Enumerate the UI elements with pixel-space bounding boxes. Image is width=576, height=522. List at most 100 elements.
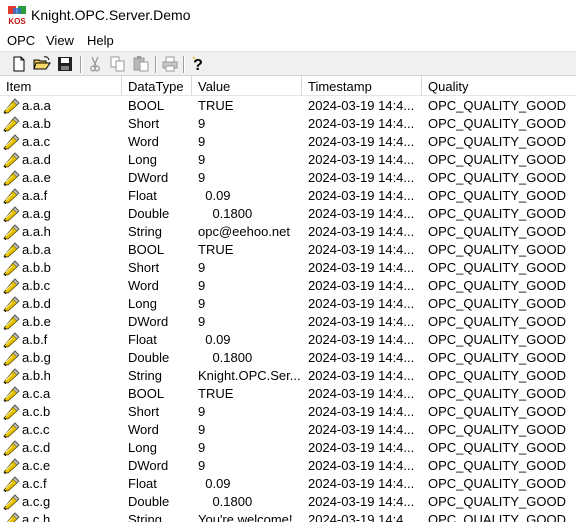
table-row[interactable]: a.c.e DWord 9 2024-03-19 14:4... OPC_QUALITY… — [0, 457, 576, 475]
cell-quality: OPC_QUALITY_GOOD — [428, 188, 566, 203]
cell-value: 0.09 — [198, 332, 231, 347]
cell-datatype: BOOL — [128, 242, 165, 257]
toolbar: ? — [0, 51, 576, 76]
open-icon[interactable] — [32, 54, 52, 74]
cell-item: a.b.h — [22, 368, 51, 383]
column-header-quality[interactable]: Quality — [422, 76, 576, 96]
table-row[interactable]: a.c.d Long 9 2024-03-19 14:4... OPC_QUALITY_… — [0, 439, 576, 457]
cell-quality: OPC_QUALITY_GOOD — [428, 116, 566, 131]
cell-value: 0.09 — [198, 188, 231, 203]
cell-value: 9 — [198, 404, 206, 419]
cell-timestamp: 2024-03-19 14:4... — [308, 206, 415, 221]
table-row[interactable]: a.a.c Word 9 2024-03-19 14:4... OPC_QUALITY_… — [0, 133, 576, 151]
table-row[interactable]: a.a.d Long 9 2024-03-19 14:4... OPC_QUALITY_… — [0, 151, 576, 169]
cell-value: 9 — [198, 152, 206, 167]
tag-item-icon — [6, 512, 20, 522]
cell-quality: OPC_QUALITY_GOOD — [428, 152, 566, 167]
cell-item: a.c.f — [22, 476, 47, 491]
cell-datatype: DWord — [128, 170, 169, 185]
cell-datatype: String — [128, 368, 162, 383]
column-header-timestamp[interactable]: Timestamp — [302, 76, 422, 96]
cell-item: a.a.f — [22, 188, 48, 203]
menu-view[interactable]: View — [46, 33, 74, 48]
table-row[interactable]: a.b.f Float 0.09 2024-03-19 14:4... OPC_QUA… — [0, 331, 576, 349]
cell-value: 0.1800 — [198, 494, 253, 509]
table-row[interactable]: a.b.h String Knight.OPC.Ser... 2024-03-19 1… — [0, 367, 576, 385]
table-row[interactable]: a.c.c Word 9 2024-03-19 14:4... OPC_QUALITY_… — [0, 421, 576, 439]
cell-timestamp: 2024-03-19 14:4... — [308, 512, 415, 522]
tag-item-icon — [3, 314, 20, 330]
table-row[interactable]: a.c.g Double 0.1800 2024-03-19 14:4... OPC_… — [0, 493, 576, 511]
table-row[interactable]: a.c.b Short 9 2024-03-19 14:4... OPC_QUALITY… — [0, 403, 576, 421]
cell-quality: OPC_QUALITY_GOOD — [428, 170, 566, 185]
print-icon[interactable] — [160, 54, 180, 74]
cell-item: a.b.e — [22, 314, 51, 329]
cell-item: a.b.b — [22, 260, 51, 275]
cell-quality: OPC_QUALITY_GOOD — [428, 440, 566, 455]
help-icon[interactable]: ? — [188, 54, 208, 74]
items-list-view[interactable]: Item DataType Value Timestamp Quality a.… — [0, 76, 576, 522]
table-row[interactable]: a.b.d Long 9 2024-03-19 14:4... OPC_QUALITY_… — [0, 295, 576, 313]
cell-item: a.b.c — [22, 278, 51, 293]
table-row[interactable]: a.b.g Double 0.1800 2024-03-19 14:4... OPC_… — [0, 349, 576, 367]
table-row[interactable]: a.c.h String You're welcome! 2024-03-19 14:… — [0, 511, 576, 522]
tag-item-icon — [3, 458, 20, 474]
table-row[interactable]: a.a.e DWord 9 2024-03-19 14:4... OPC_QUALITY… — [0, 169, 576, 187]
copy-icon[interactable] — [108, 54, 128, 74]
cell-quality: OPC_QUALITY_GOOD — [428, 296, 566, 311]
cell-quality: OPC_QUALITY_GOOD — [428, 458, 566, 473]
table-row[interactable]: a.a.g Double 0.1800 2024-03-19 14:4... OPC_… — [0, 205, 576, 223]
cell-item: a.b.f — [22, 332, 48, 347]
cell-item: a.c.h — [22, 512, 51, 522]
cell-item: a.c.c — [22, 422, 50, 437]
cell-item: a.a.a — [22, 98, 51, 113]
cut-icon[interactable] — [85, 54, 105, 74]
menu-help[interactable]: Help — [87, 33, 114, 48]
cell-value: 9 — [198, 278, 206, 293]
cell-quality: OPC_QUALITY_GOOD — [428, 494, 566, 509]
table-row[interactable]: a.a.f Float 0.09 2024-03-19 14:4... OPC_QUA… — [0, 187, 576, 205]
table-row[interactable]: a.b.e DWord 9 2024-03-19 14:4... OPC_QUALITY… — [0, 313, 576, 331]
tag-item-icon — [3, 206, 20, 222]
tag-item-icon — [3, 188, 20, 204]
cell-timestamp: 2024-03-19 14:4... — [308, 170, 415, 185]
cell-datatype: Long — [128, 296, 157, 311]
table-row[interactable]: a.a.h String opc@eehoo.net 2024-03-19 14:4.… — [0, 223, 576, 241]
column-header-datatype[interactable]: DataType — [122, 76, 192, 96]
cell-timestamp: 2024-03-19 14:4... — [308, 458, 415, 473]
tag-item-icon — [3, 116, 20, 132]
cell-value: 9 — [198, 458, 206, 473]
column-header-item[interactable]: Item — [0, 76, 122, 96]
table-row[interactable]: a.b.a BOOL TRUE 2024-03-19 14:4... OPC_QUALI… — [0, 241, 576, 259]
cell-quality: OPC_QUALITY_GOOD — [428, 242, 566, 257]
title-bar: KOS Knight.OPC.Server.Demo — [0, 0, 576, 31]
table-row[interactable]: a.c.f Float 0.09 2024-03-19 14:4... OPC_QUA… — [0, 475, 576, 493]
save-icon[interactable] — [55, 54, 75, 74]
cell-quality: OPC_QUALITY_GOOD — [428, 314, 566, 329]
cell-datatype: Short — [128, 116, 160, 131]
column-header-value[interactable]: Value — [192, 76, 302, 96]
table-row[interactable]: a.b.b Short 9 2024-03-19 14:4... OPC_QUALITY… — [0, 259, 576, 277]
menu-opc[interactable]: OPC — [7, 33, 35, 48]
svg-text:KOS: KOS — [8, 17, 26, 25]
paste-icon[interactable] — [131, 54, 151, 74]
tag-item-icon — [3, 404, 20, 420]
tag-item-icon — [3, 350, 20, 366]
cell-value: 9 — [198, 170, 206, 185]
table-row[interactable]: a.b.c Word 9 2024-03-19 14:4... OPC_QUALITY_… — [0, 277, 576, 295]
cell-datatype: String — [128, 512, 162, 522]
table-row[interactable]: a.a.a BOOL TRUE 2024-03-19 14:4... OPC_QUALI… — [0, 97, 576, 115]
table-row[interactable]: a.c.a BOOL TRUE 2024-03-19 14:4... OPC_QUALI… — [0, 385, 576, 403]
cell-value: opc@eehoo.net — [198, 224, 290, 239]
cell-item: a.c.d — [22, 440, 51, 455]
toolbar-separator — [80, 56, 82, 73]
cell-timestamp: 2024-03-19 14:4... — [308, 278, 415, 293]
tag-item-icon — [3, 98, 20, 114]
cell-timestamp: 2024-03-19 14:4... — [308, 404, 415, 419]
cell-timestamp: 2024-03-19 14:4... — [308, 350, 415, 365]
new-icon[interactable] — [9, 54, 29, 74]
cell-item: a.c.a — [22, 386, 51, 401]
cell-datatype: Long — [128, 440, 157, 455]
table-row[interactable]: a.a.b Short 9 2024-03-19 14:4... OPC_QUALITY… — [0, 115, 576, 133]
cell-value: 9 — [198, 260, 206, 275]
